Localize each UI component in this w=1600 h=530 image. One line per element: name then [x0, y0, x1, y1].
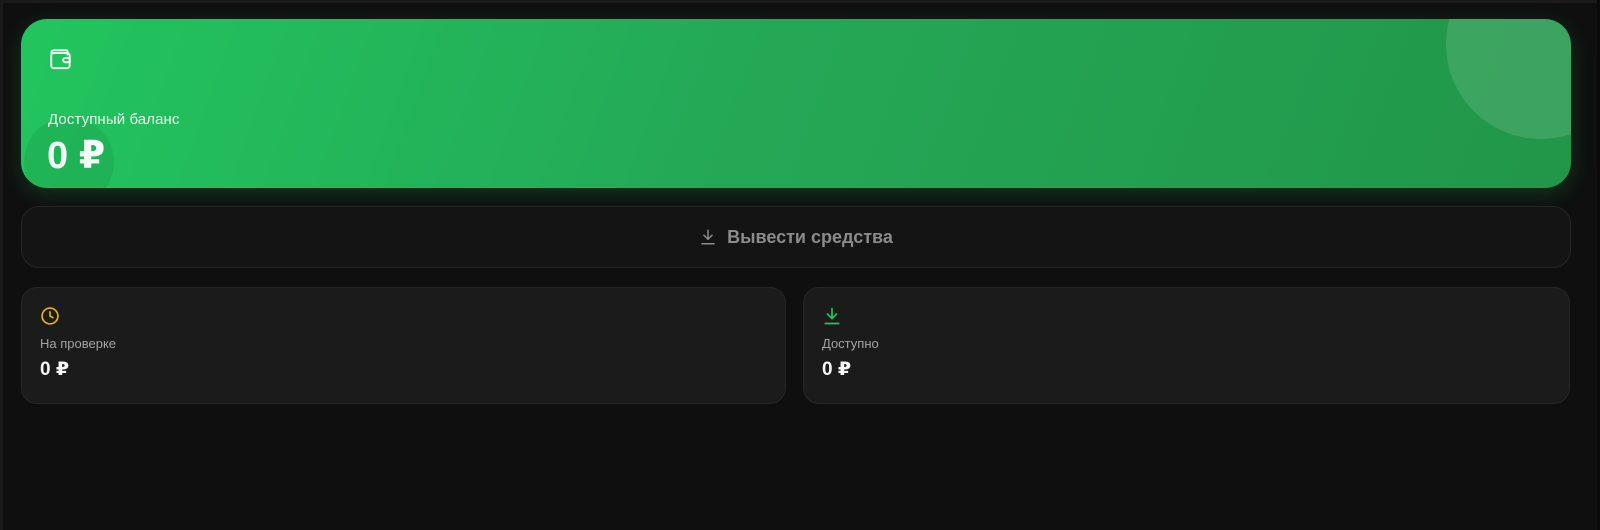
balance-amount: 0 ₽ — [47, 135, 106, 177]
pending-stat-card: На проверке 0 ₽ — [21, 287, 786, 404]
wallet-icon — [50, 49, 71, 70]
balance-label: Доступный баланс — [48, 111, 180, 128]
available-value: 0 ₽ — [822, 359, 852, 380]
download-icon — [701, 229, 715, 245]
clock-icon — [41, 307, 59, 325]
decorative-circle — [1446, 19, 1571, 139]
available-label: Доступно — [822, 336, 879, 351]
pending-value: 0 ₽ — [40, 359, 70, 380]
balance-card: Доступный баланс 0 ₽ — [21, 19, 1571, 188]
pending-label: На проверке — [40, 336, 117, 351]
withdraw-button-label: Вывести средства — [727, 226, 893, 247]
download-icon — [824, 307, 840, 325]
withdraw-button[interactable]: Вывести средства — [21, 206, 1571, 268]
available-stat-card: Доступно 0 ₽ — [803, 287, 1570, 404]
